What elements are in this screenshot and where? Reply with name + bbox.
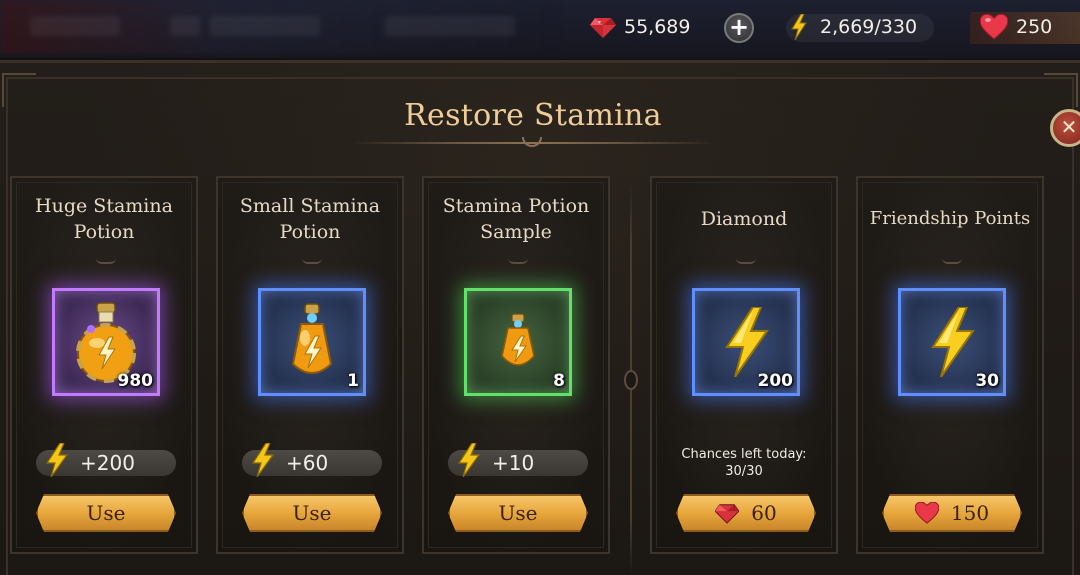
lightning-bolt-icon xyxy=(251,443,275,477)
lightning-bolt-icon xyxy=(725,307,769,377)
use-button[interactable]: Use xyxy=(36,494,176,532)
buy-with-hearts-button[interactable]: 150 xyxy=(882,494,1022,532)
heart-icon xyxy=(915,502,939,524)
item-count: 8 xyxy=(553,371,565,391)
hearts-amount: 250 xyxy=(1016,16,1053,38)
stamina-counter: 2,669/330 xyxy=(790,12,917,42)
stamina-amount: 2,669/330 xyxy=(820,16,918,38)
item-slot[interactable]: 980 xyxy=(52,288,160,396)
purchase-card-diamond: Diamond 200 Chances left today: 30/30 60 xyxy=(650,176,838,554)
item-card-stamina-potion-sample: Stamina Potion Sample 8 +10 Use xyxy=(422,176,610,554)
card-ornament xyxy=(942,258,962,264)
divider-ornament xyxy=(624,370,638,390)
lightning-bolt-icon xyxy=(45,443,69,477)
item-count: 30 xyxy=(975,371,999,391)
effect-amount: +10 xyxy=(492,451,535,475)
card-ornament xyxy=(96,258,116,264)
item-slot[interactable]: 1 xyxy=(258,288,366,396)
ruby-counter: 55,689 xyxy=(590,12,690,42)
item-count: 980 xyxy=(117,371,154,391)
heart-icon xyxy=(980,14,1008,40)
item-slot[interactable]: 8 xyxy=(464,288,572,396)
card-title: Stamina Potion Sample xyxy=(442,195,590,243)
stamina-effect: +10 xyxy=(448,443,588,477)
item-slot[interactable]: 200 xyxy=(692,288,800,396)
lightning-bolt-icon xyxy=(931,307,975,377)
ruby-icon xyxy=(715,502,739,524)
item-count: 200 xyxy=(757,371,794,391)
hearts-counter: 250 xyxy=(980,12,1052,42)
card-title: Small Stamina Potion xyxy=(239,195,381,243)
stamina-effect: +60 xyxy=(242,443,382,477)
potion-icon xyxy=(501,313,535,366)
buy-with-rubies-button[interactable]: 60 xyxy=(676,494,816,532)
ruby-amount: 55,689 xyxy=(624,16,691,38)
ruby-icon xyxy=(590,18,616,38)
use-button[interactable]: Use xyxy=(242,494,382,532)
potion-icon xyxy=(291,303,333,374)
lightning-bolt-icon xyxy=(791,14,807,40)
effect-amount: +60 xyxy=(286,451,329,475)
cost-amount: 60 xyxy=(751,501,777,525)
blurred-background-hud xyxy=(0,0,560,54)
card-title: Diamond xyxy=(700,208,788,230)
item-count: 1 xyxy=(347,371,359,391)
add-rubies-button[interactable]: + xyxy=(724,13,754,43)
card-ornament xyxy=(736,258,756,264)
chances-left: Chances left today: 30/30 xyxy=(681,447,807,479)
stamina-effect: +200 xyxy=(36,443,176,477)
item-card-huge-stamina-potion: Huge Stamina Potion 980 +200 Use xyxy=(10,176,198,554)
purchase-card-friendship-points: Friendship Points 30 150 xyxy=(856,176,1044,554)
use-button[interactable]: Use xyxy=(448,494,588,532)
dialog-title: Restore Stamina xyxy=(404,98,662,133)
effect-amount: +200 xyxy=(80,451,135,475)
cost-amount: 150 xyxy=(950,501,990,525)
resource-bar: 55,689 + 2,669/330 250 xyxy=(0,0,1080,58)
card-ornament xyxy=(302,258,322,264)
card-ornament xyxy=(508,258,528,264)
card-title: Friendship Points xyxy=(869,208,1031,229)
card-title: Huge Stamina Potion xyxy=(35,195,173,243)
lightning-bolt-icon xyxy=(457,443,481,477)
item-slot[interactable]: 30 xyxy=(898,288,1006,396)
item-card-small-stamina-potion: Small Stamina Potion 1 +60 Use xyxy=(216,176,404,554)
